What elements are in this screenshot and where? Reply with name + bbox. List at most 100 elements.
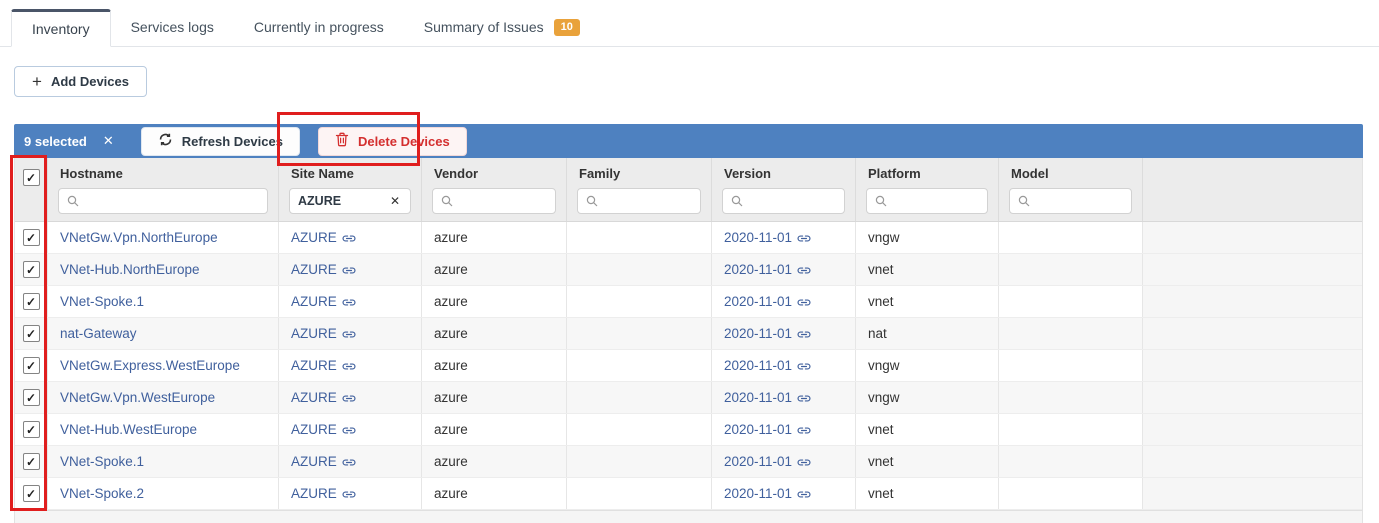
hostname-filter-input[interactable] [85,194,259,208]
site-link[interactable]: AZURE [291,326,356,341]
hostname-link[interactable]: VNet-Hub.WestEurope [60,422,197,437]
site-name-filter[interactable]: ✕ [289,188,411,214]
tab-services-logs[interactable]: Services logs [111,8,234,46]
hostname-cell: VNet-Hub.NorthEurope [48,254,279,285]
row-checkbox[interactable]: ✓ [23,389,40,406]
add-devices-button[interactable]: + Add Devices [14,66,147,97]
site-link[interactable]: AZURE [291,230,356,245]
link-icon [797,298,811,307]
version-link[interactable]: 2020-11-01 [724,230,811,245]
version-link[interactable]: 2020-11-01 [724,454,811,469]
model-cell [999,318,1143,349]
table-row[interactable]: ✓ VNet-Hub.WestEurope AZURE azure 2020-1… [15,414,1362,446]
hostname-link[interactable]: VNetGw.Vpn.WestEurope [60,390,215,405]
refresh-icon [158,132,173,150]
version-cell: 2020-11-01 [712,414,856,445]
vendor-filter[interactable] [432,188,556,214]
site-link[interactable]: AZURE [291,454,356,469]
clear-filter-icon[interactable]: ✕ [388,194,402,208]
row-select-cell: ✓ [15,254,48,285]
site-link[interactable]: AZURE [291,358,356,373]
hostname-link[interactable]: VNet-Spoke.1 [60,294,144,309]
platform-cell: vnet [856,254,999,285]
row-checkbox[interactable]: ✓ [23,453,40,470]
tab-summary-of-issues[interactable]: Summary of Issues 10 [404,8,600,46]
site-link[interactable]: AZURE [291,294,356,309]
version-link[interactable]: 2020-11-01 [724,294,811,309]
row-checkbox[interactable]: ✓ [23,485,40,502]
hostname-link[interactable]: VNet-Spoke.2 [60,486,144,501]
family-filter-input[interactable] [604,194,692,208]
row-checkbox[interactable]: ✓ [23,229,40,246]
refresh-devices-label: Refresh Devices [182,134,283,149]
platform-cell: vnet [856,478,999,509]
site-name-cell: AZURE [279,350,422,381]
hostname-link[interactable]: VNetGw.Express.WestEurope [60,358,240,373]
table-body: ✓ VNetGw.Vpn.NorthEurope AZURE azure 202… [15,222,1362,510]
version-link[interactable]: 2020-11-01 [724,326,811,341]
table-row[interactable]: ✓ VNet-Hub.NorthEurope AZURE azure 2020-… [15,254,1362,286]
family-cell [567,446,712,477]
link-icon [342,458,356,467]
platform-cell: vnet [856,414,999,445]
row-checkbox[interactable]: ✓ [23,357,40,374]
platform-filter[interactable] [866,188,988,214]
delete-devices-button[interactable]: Delete Devices [318,127,467,156]
row-checkbox[interactable]: ✓ [23,421,40,438]
model-filter-input[interactable] [1036,194,1123,208]
table-row[interactable]: ✓ VNetGw.Express.WestEurope AZURE azure … [15,350,1362,382]
version-link[interactable]: 2020-11-01 [724,486,811,501]
site-name-filter-input[interactable] [298,194,382,208]
refresh-devices-button[interactable]: Refresh Devices [141,127,300,156]
vendor-cell: azure [422,478,567,509]
hostname-link[interactable]: VNet-Spoke.1 [60,454,144,469]
tab-currently-in-progress[interactable]: Currently in progress [234,8,404,46]
row-checkbox[interactable]: ✓ [23,293,40,310]
filler-cell [1143,446,1362,477]
select-all-checkbox[interactable]: ✓ [23,169,40,186]
version-link[interactable]: 2020-11-01 [724,262,811,277]
platform-cell: vngw [856,382,999,413]
site-link[interactable]: AZURE [291,486,356,501]
model-filter[interactable] [1009,188,1132,214]
hostname-link[interactable]: VNetGw.Vpn.NorthEurope [60,230,218,245]
clear-selection-icon[interactable]: ✕ [103,133,114,149]
site-link[interactable]: AZURE [291,390,356,405]
row-checkbox[interactable]: ✓ [23,261,40,278]
selected-count-label: 9 selected [24,134,87,149]
column-label-model: Model [999,166,1142,181]
vendor-filter-input[interactable] [459,194,547,208]
version-filter[interactable] [722,188,845,214]
tab-label: Inventory [32,21,90,37]
version-cell: 2020-11-01 [712,222,856,253]
platform-cell: vngw [856,350,999,381]
tab-label: Summary of Issues [424,19,544,35]
hostname-link[interactable]: VNet-Hub.NorthEurope [60,262,200,277]
search-icon [875,195,887,207]
hostname-filter[interactable] [58,188,268,214]
hostname-link[interactable]: nat-Gateway [60,326,137,341]
tab-inventory[interactable]: Inventory [11,9,111,47]
vendor-cell: azure [422,350,567,381]
version-filter-input[interactable] [749,194,836,208]
vendor-cell: azure [422,286,567,317]
table-row[interactable]: ✓ VNet-Spoke.1 AZURE azure 2020-11-01 vn… [15,286,1362,318]
link-icon [797,330,811,339]
table-row[interactable]: ✓ nat-Gateway AZURE azure 2020-11-01 nat [15,318,1362,350]
table-row[interactable]: ✓ VNet-Spoke.2 AZURE azure 2020-11-01 vn… [15,478,1362,510]
delete-devices-label: Delete Devices [358,134,450,149]
table-row[interactable]: ✓ VNetGw.Vpn.NorthEurope AZURE azure 202… [15,222,1362,254]
platform-filter-input[interactable] [893,194,979,208]
family-filter[interactable] [577,188,701,214]
version-cell: 2020-11-01 [712,478,856,509]
version-link[interactable]: 2020-11-01 [724,390,811,405]
row-checkbox[interactable]: ✓ [23,325,40,342]
version-link[interactable]: 2020-11-01 [724,422,811,437]
table-row[interactable]: ✓ VNet-Spoke.1 AZURE azure 2020-11-01 vn… [15,446,1362,478]
column-label-family: Family [567,166,711,181]
row-select-cell: ✓ [15,382,48,413]
site-link[interactable]: AZURE [291,422,356,437]
table-row[interactable]: ✓ VNetGw.Vpn.WestEurope AZURE azure 2020… [15,382,1362,414]
site-link[interactable]: AZURE [291,262,356,277]
version-link[interactable]: 2020-11-01 [724,358,811,373]
